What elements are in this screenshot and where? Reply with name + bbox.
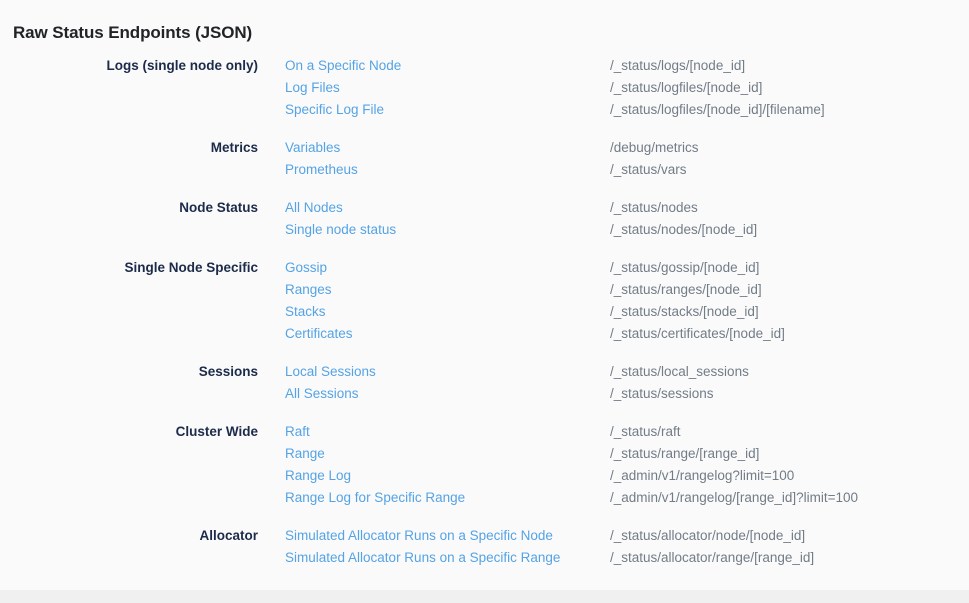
endpoint-path: /_admin/v1/rangelog?limit=100: [610, 465, 794, 487]
endpoint-row: Log Files /_status/logfiles/[node_id]: [258, 77, 969, 99]
category-label: Single Node Specific: [0, 257, 258, 279]
endpoint-rows: Gossip /_status/gossip/[node_id] Ranges …: [258, 257, 969, 345]
endpoint-rows: All Nodes /_status/nodes Single node sta…: [258, 197, 969, 241]
endpoint-path: /_status/nodes/[node_id]: [610, 219, 757, 241]
endpoint-path: /_admin/v1/rangelog/[range_id]?limit=100: [610, 487, 858, 509]
endpoint-link[interactable]: Range Log for Specific Range: [285, 487, 610, 509]
endpoint-path: /_status/local_sessions: [610, 361, 749, 383]
endpoint-path: /_status/allocator/range/[range_id]: [610, 547, 814, 569]
category-label: Cluster Wide: [0, 421, 258, 443]
endpoint-link[interactable]: Certificates: [285, 323, 610, 345]
endpoint-row: All Nodes /_status/nodes: [258, 197, 969, 219]
endpoint-link[interactable]: Specific Log File: [285, 99, 610, 121]
endpoint-path: /_status/stacks/[node_id]: [610, 301, 759, 323]
endpoint-group: Single Node Specific Gossip /_status/gos…: [0, 257, 969, 345]
endpoint-link[interactable]: Ranges: [285, 279, 610, 301]
endpoint-link[interactable]: Variables: [285, 137, 610, 159]
endpoint-path: /_status/raft: [610, 421, 681, 443]
endpoint-row: Single node status /_status/nodes/[node_…: [258, 219, 969, 241]
endpoint-row: Range /_status/range/[range_id]: [258, 443, 969, 465]
endpoint-row: Range Log /_admin/v1/rangelog?limit=100: [258, 465, 969, 487]
endpoint-row: All Sessions /_status/sessions: [258, 383, 969, 405]
endpoint-group: Sessions Local Sessions /_status/local_s…: [0, 361, 969, 405]
endpoint-path: /_status/gossip/[node_id]: [610, 257, 759, 279]
endpoint-link[interactable]: Simulated Allocator Runs on a Specific R…: [285, 547, 610, 569]
endpoint-link[interactable]: Log Files: [285, 77, 610, 99]
endpoint-row: Gossip /_status/gossip/[node_id]: [258, 257, 969, 279]
endpoints-table: Logs (single node only) On a Specific No…: [0, 55, 969, 585]
endpoint-row: Prometheus /_status/vars: [258, 159, 969, 181]
endpoint-path: /_status/range/[range_id]: [610, 443, 759, 465]
endpoint-row: Certificates /_status/certificates/[node…: [258, 323, 969, 345]
endpoint-rows: On a Specific Node /_status/logs/[node_i…: [258, 55, 969, 121]
endpoint-link[interactable]: Gossip: [285, 257, 610, 279]
endpoint-link[interactable]: Prometheus: [285, 159, 610, 181]
endpoint-path: /_status/certificates/[node_id]: [610, 323, 785, 345]
endpoint-path: /_status/sessions: [610, 383, 714, 405]
endpoint-path: /_status/logs/[node_id]: [610, 55, 745, 77]
category-label: Logs (single node only): [0, 55, 258, 77]
endpoint-link[interactable]: All Nodes: [285, 197, 610, 219]
endpoint-link[interactable]: Stacks: [285, 301, 610, 323]
endpoint-link[interactable]: Single node status: [285, 219, 610, 241]
endpoint-row: Variables /debug/metrics: [258, 137, 969, 159]
endpoint-row: On a Specific Node /_status/logs/[node_i…: [258, 55, 969, 77]
endpoint-path: /_status/logfiles/[node_id]: [610, 77, 762, 99]
endpoint-row: Raft /_status/raft: [258, 421, 969, 443]
endpoint-path: /_status/allocator/node/[node_id]: [610, 525, 805, 547]
endpoint-path: /_status/vars: [610, 159, 687, 181]
page-title: Raw Status Endpoints (JSON): [13, 23, 252, 43]
endpoint-path: /_status/logfiles/[node_id]/[filename]: [610, 99, 825, 121]
endpoint-path: /_status/ranges/[node_id]: [610, 279, 762, 301]
endpoint-link[interactable]: Raft: [285, 421, 610, 443]
endpoint-rows: Raft /_status/raft Range /_status/range/…: [258, 421, 969, 509]
endpoint-link[interactable]: Range: [285, 443, 610, 465]
footer-band: [0, 590, 969, 603]
endpoint-row: Local Sessions /_status/local_sessions: [258, 361, 969, 383]
endpoint-rows: Variables /debug/metrics Prometheus /_st…: [258, 137, 969, 181]
endpoint-rows: Simulated Allocator Runs on a Specific N…: [258, 525, 969, 569]
endpoint-path: /debug/metrics: [610, 137, 699, 159]
category-label: Metrics: [0, 137, 258, 159]
category-label: Sessions: [0, 361, 258, 383]
endpoint-row: Simulated Allocator Runs on a Specific R…: [258, 547, 969, 569]
endpoint-group: Node Status All Nodes /_status/nodes Sin…: [0, 197, 969, 241]
category-label: Node Status: [0, 197, 258, 219]
endpoint-link[interactable]: Range Log: [285, 465, 610, 487]
endpoint-path: /_status/nodes: [610, 197, 698, 219]
endpoint-group: Cluster Wide Raft /_status/raft Range /_…: [0, 421, 969, 509]
endpoint-link[interactable]: Simulated Allocator Runs on a Specific N…: [285, 525, 610, 547]
endpoint-link[interactable]: Local Sessions: [285, 361, 610, 383]
endpoint-group: Logs (single node only) On a Specific No…: [0, 55, 969, 121]
endpoint-link[interactable]: On a Specific Node: [285, 55, 610, 77]
endpoint-row: Range Log for Specific Range /_admin/v1/…: [258, 487, 969, 509]
endpoint-row: Simulated Allocator Runs on a Specific N…: [258, 525, 969, 547]
endpoint-row: Ranges /_status/ranges/[node_id]: [258, 279, 969, 301]
endpoint-rows: Local Sessions /_status/local_sessions A…: [258, 361, 969, 405]
category-label: Allocator: [0, 525, 258, 547]
endpoint-group: Allocator Simulated Allocator Runs on a …: [0, 525, 969, 569]
endpoint-group: Metrics Variables /debug/metrics Prometh…: [0, 137, 969, 181]
endpoint-link[interactable]: All Sessions: [285, 383, 610, 405]
endpoint-row: Stacks /_status/stacks/[node_id]: [258, 301, 969, 323]
endpoint-row: Specific Log File /_status/logfiles/[nod…: [258, 99, 969, 121]
